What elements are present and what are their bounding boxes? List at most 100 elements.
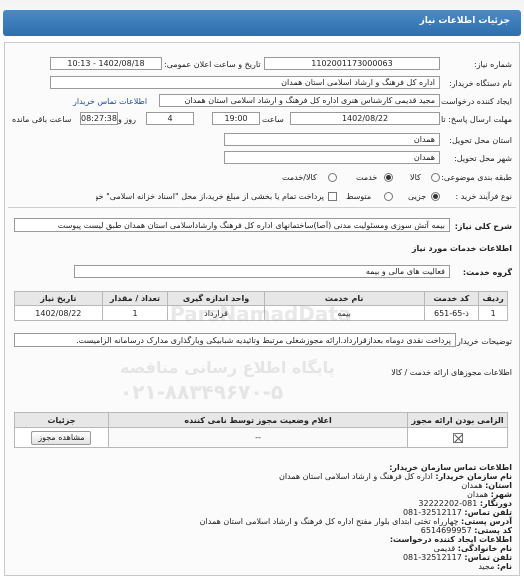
view-license-button[interactable]: مشاهده مجوز [31,430,92,445]
contact-province: همدان [461,481,483,490]
deadline-time-label: ساعت [262,115,284,124]
process-medium-label: متوسط [346,192,372,201]
buyer-contact-link[interactable]: اطلاعات تماس خریدار [73,97,147,106]
contact-org: اداره کل فرهنگ و ارشاد اسلامی استان همدا… [278,472,433,481]
license-status-value: -- [255,433,261,442]
process-label: نوع فرآیند خرید : [455,192,512,201]
col-need-date: تاریخ نیاز [14,291,103,306]
cell-license-details: مشاهده مجوز [14,427,109,448]
province-field: همدان [224,133,440,146]
contact-fax-row: دورنگار: 081-32222202 [418,499,512,508]
need-number-label: شماره نیاز: [474,60,512,69]
province-label: استان محل تحویل: [449,136,512,145]
contact-city-row: شهر: همدان [467,490,512,499]
licenses-table: الزامی بودن ارائه مجوز اعلام وضعیت مجوز … [14,412,508,448]
category-both-label: کالا/خدمت [282,173,317,182]
announce-date-label: تاریخ و ساعت اعلان عمومی: [164,60,261,69]
table-row: -- مشاهده مجوز [14,427,508,448]
cell-license-status: -- [107,427,409,448]
process-partial-radio[interactable] [431,192,440,201]
treasury-note: پرداخت تمام یا بخشی از مبلغ خرید،از محل … [96,192,324,201]
requester-label: ایجاد کننده درخواست: [438,97,512,106]
process-partial-label: جزیی [408,192,427,201]
creator-name-label: نام: [496,562,512,571]
contact-phone-row: تلفن تماس: 32512117-081 [403,508,512,517]
buyer-label: نام دستگاه خریدار: [449,79,512,88]
watermark-brand: ParsNamadData [170,302,352,326]
service-group-field: فعالیت های مالی و بیمه [74,265,450,278]
announce-date-field: 1402/08/18 - 10:13 [50,57,162,70]
deadline-date-field: 1402/08/22 [290,112,440,125]
contact-address-label: آدرس پستی: [461,517,512,526]
services-section-title: اطلاعات خدمات مورد نیاز [411,244,512,253]
col-license-status: اعلام وضعیت مجوز توسط نامی کننده [107,412,409,428]
creator-phone-label: تلفن تماس: [464,553,512,562]
requester-field: مجید قدیمی کارشناس هنری اداره کل فرهنگ و… [159,94,440,107]
creator-family-row: نام خانوادگی: قدیمی [434,544,512,553]
contact-org-label: نام سازمان خریدار: [435,472,512,481]
contact-fax-label: دورنگار: [479,499,512,508]
summary-field: بیمه آتش سوزی ومسئولیت مدنی (آصا)ساختمان… [14,218,450,232]
days-field: 4 [146,112,194,125]
page-title: جزئیات اطلاعات نیاز [419,16,510,26]
contact-postal-row: کد پستی: 6514699957 [421,526,512,535]
col-license-required: الزامی بودن ارائه مجوز [407,412,508,428]
cell-license-required [407,427,508,448]
creator-phone-row: تلفن تماس: 32512117-081 [403,553,512,562]
category-goods-radio[interactable] [431,173,440,182]
creator-title: اطلاعات ایجاد کننده درخواست: [389,535,512,544]
creator-family-label: نام خانوادگی: [457,544,512,553]
buyer-notes-label: توضیحات خریدار: [454,337,512,346]
days-label: روز و [118,115,136,124]
divider [8,207,516,208]
contact-postal: 6514699957 [420,526,472,535]
buyer-notes-field: پرداخت نقدی دوماه بعدازقرارداد.ارائه مجو… [14,333,456,347]
contact-address-row: آدرس پستی: چهارراه تختی ابتدای بلوار مفت… [200,517,512,526]
remaining-time-field: 08:27:38 [80,112,118,125]
category-goods-label: کالا [410,173,421,182]
cell-quantity: 1 [101,305,169,321]
category-service-radio[interactable] [384,173,393,182]
creator-name: مجید [478,562,495,571]
contact-title: اطلاعات تماس سازمان خریدار: [389,463,512,472]
city-label: شهر محل تحویل: [454,154,512,163]
contact-address: چهارراه تختی ابتدای بلوار مفتح اداره کل … [199,517,459,526]
contact-fax: 081-32222202 [418,499,478,508]
cell-service-code: ذ-65-651 [423,305,480,321]
contact-city-label: شهر: [490,490,512,499]
creator-phone: 32512117-081 [402,553,462,562]
category-service-label: خدمت [356,173,378,182]
remaining-label: ساعت باقی مانده [12,115,72,124]
service-group-label: گروه خدمت: [462,268,512,277]
contact-city: همدان [466,490,489,499]
col-license-details: جزئیات [14,412,109,428]
buyer-field: اداره کل فرهنگ و ارشاد اسلامی استان همدا… [50,76,440,89]
col-row: ردیف [478,291,508,306]
licenses-section-title: اطلاعات مجوزهای ارائه خدمت / کالا [391,368,512,377]
process-medium-radio[interactable] [384,192,393,201]
col-service-code: کد خدمت [423,291,480,306]
licenses-table-header: الزامی بودن ارائه مجوز اعلام وضعیت مجوز … [14,412,508,428]
category-label: طبقه بندی موضوعی: [441,173,512,182]
col-quantity: تعداد / مقدار [101,291,169,306]
cell-need-date: 1402/08/22 [14,305,103,321]
watermark-line1: پایگاه اطلاع رسانی مناقصه [120,358,335,377]
contact-org-row: نام سازمان خریدار: اداره کل فرهنگ و ارشا… [279,472,512,481]
need-number-field: 1102001173000063 [264,57,440,70]
creator-name-row: نام: مجید [478,562,512,571]
creator-family: قدیمی [433,544,456,553]
contact-phone: 32512117-081 [402,508,462,517]
contact-postal-label: کد پستی: [474,526,512,535]
contact-province-row: استان: همدان [461,481,512,490]
category-both-radio[interactable] [328,173,337,182]
license-required-checkbox [452,432,463,443]
summary-label: شرح کلی نیاز: [454,222,512,231]
watermark-phone: ۰۲۱-۸۸۳۴۹۶۷۰-۵ [120,380,284,404]
deadline-time-field: 19:00 [212,112,260,125]
treasury-checkbox[interactable] [328,192,337,201]
cell-row: 1 [478,305,508,321]
contact-phone-label: تلفن تماس: [464,508,512,517]
contact-province-label: استان: [485,481,512,490]
deadline-label: مهلت ارسال پاسخ: تا [440,115,512,124]
city-field: همدان [224,151,440,164]
